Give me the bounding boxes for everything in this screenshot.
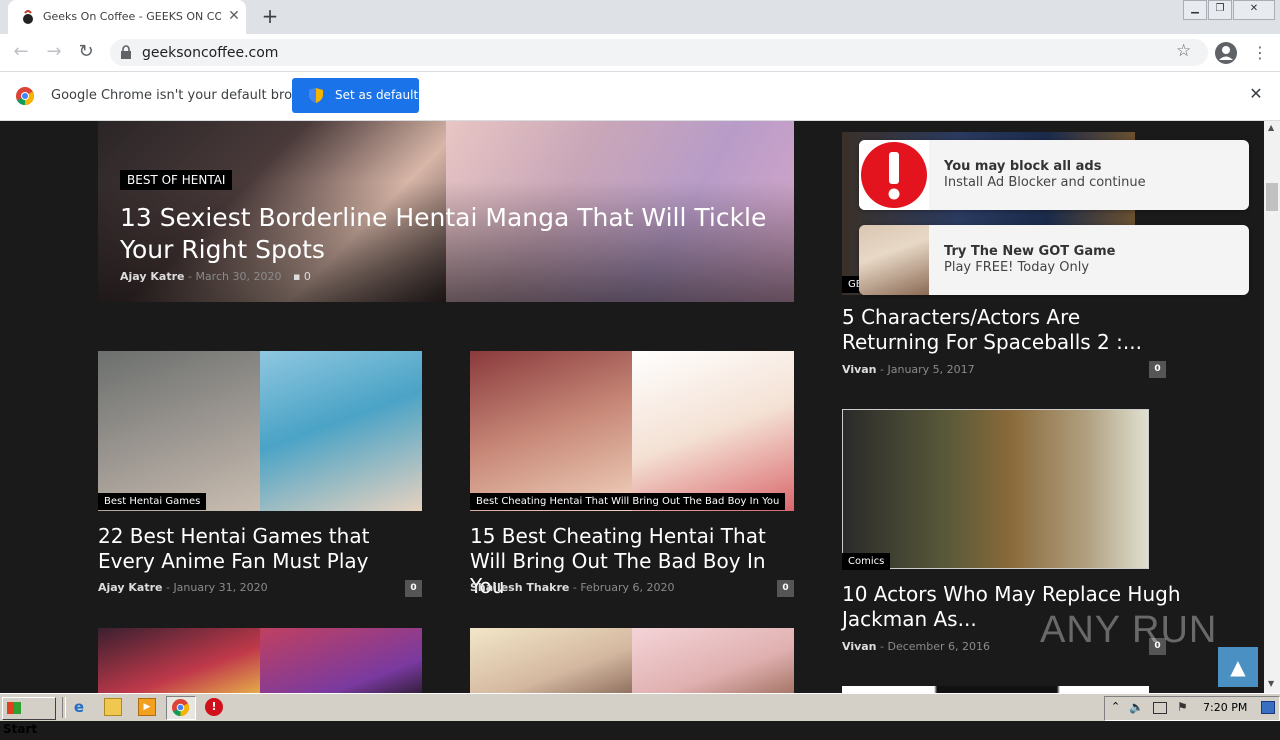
article-1-title[interactable]: 22 Best Hentai Games that Every Anime Fa… <box>98 524 428 574</box>
page-scrollbar[interactable]: ▲ ▼ <box>1264 121 1280 693</box>
game-thumbnail <box>859 225 929 295</box>
ad-notification-game[interactable]: Try The New GOT Game Play FREE! Today On… <box>859 225 1249 295</box>
tab-strip: Geeks On Coffee - GEEKS ON COFFEE ✕ + ▁ … <box>0 0 1280 34</box>
set-as-default-button[interactable]: Set as default <box>292 78 419 113</box>
taskbar-clock[interactable]: 7:20 PM <box>1203 701 1247 714</box>
start-label: Start <box>3 722 38 736</box>
site-favicon-icon <box>23 10 33 24</box>
featured-title[interactable]: 13 Sexiest Borderline Hentai Manga That … <box>120 202 790 266</box>
lock-icon <box>121 45 131 59</box>
article-3-image-right[interactable] <box>260 628 422 693</box>
infobar-close-icon[interactable]: ✕ <box>1246 84 1266 104</box>
volume-icon[interactable]: 🔈 <box>1129 700 1144 714</box>
bookmark-star-icon[interactable]: ☆ <box>1176 41 1191 61</box>
article-2-date: February 6, 2020 <box>580 581 675 594</box>
article-1-image-right[interactable] <box>260 351 422 511</box>
article-2-comment-count[interactable]: 0 <box>777 580 794 597</box>
featured-meta: Ajay Katre - March 30, 2020 ▪ 0 <box>120 270 311 283</box>
action-center-flag-icon[interactable]: ⚑ <box>1177 700 1188 714</box>
tab-close-icon[interactable]: ✕ <box>226 6 242 26</box>
article-1-date: January 31, 2020 <box>173 581 268 594</box>
scroll-down-arrow-icon[interactable]: ▼ <box>1268 679 1274 688</box>
notification-2-text: Play FREE! Today Only <box>944 260 1090 275</box>
sidebar-2-date: December 6, 2016 <box>887 640 991 653</box>
comment-icon: ▪ <box>292 270 301 283</box>
article-4-image-left[interactable] <box>470 628 632 693</box>
article-1-meta: Ajay Katre - January 31, 2020 <box>98 581 268 594</box>
set-as-default-label: Set as default <box>335 88 419 102</box>
article-1-image-left[interactable] <box>98 351 260 511</box>
minimize-button[interactable]: ▁ <box>1183 0 1207 20</box>
article-2-image-right[interactable] <box>632 351 794 511</box>
profile-avatar-icon[interactable] <box>1215 42 1237 64</box>
scroll-up-arrow-icon[interactable]: ▲ <box>1268 123 1274 132</box>
taskbar-chrome-button[interactable] <box>166 696 196 720</box>
forward-arrow-icon[interactable]: → <box>42 41 66 65</box>
windows-logo-icon <box>7 702 21 714</box>
show-desktop-icon[interactable] <box>1261 701 1275 714</box>
article-3-image-left[interactable] <box>98 628 260 693</box>
infobar-message: Google Chrome isn't your default browser <box>51 88 323 103</box>
featured-category[interactable]: BEST OF HENTAI <box>120 170 233 190</box>
media-player-icon[interactable]: ▶ <box>138 698 156 716</box>
window-close-button[interactable]: ✕ <box>1233 0 1275 20</box>
featured-date: March 30, 2020 <box>195 270 282 283</box>
article-2-category[interactable]: Best Cheating Hentai That Will Bring Out… <box>470 493 786 510</box>
sidebar-1-author[interactable]: Vivan <box>842 363 877 376</box>
article-2-image-left[interactable] <box>470 351 632 511</box>
sidebar-1-comment-count[interactable]: 0 <box>1149 361 1166 378</box>
sidebar-2-image[interactable] <box>842 409 1149 569</box>
default-browser-infobar: Google Chrome isn't your default browser… <box>0 72 1280 121</box>
folder-icon[interactable] <box>104 698 122 716</box>
sidebar-3-image[interactable] <box>842 686 1149 693</box>
sidebar-2-meta: Vivan - December 6, 2016 <box>842 640 991 653</box>
warning-icon <box>861 142 927 208</box>
browser-toolbar: ← → ↻ geeksoncoffee.com ☆ ⋮ <box>0 34 1280 72</box>
network-icon[interactable] <box>1153 702 1167 714</box>
reload-icon[interactable]: ↻ <box>74 41 98 65</box>
web-page: BEST OF HENTAI 13 Sexiest Borderline Hen… <box>0 121 1264 693</box>
article-2-meta: Shailesh Thakre - February 6, 2020 <box>470 581 675 594</box>
notification-1-text: Install Ad Blocker and continue <box>944 175 1146 190</box>
chrome-icon <box>172 699 189 716</box>
sidebar-2-author[interactable]: Vivan <box>842 640 877 653</box>
tray-expand-icon[interactable]: ⌃ <box>1111 700 1120 713</box>
start-button[interactable]: Start <box>2 697 56 736</box>
restore-button[interactable]: ❐ <box>1208 0 1232 20</box>
chrome-menu-icon[interactable]: ⋮ <box>1252 41 1268 65</box>
shield-icon <box>309 88 323 103</box>
article-1-category[interactable]: Best Hentai Games <box>98 493 207 510</box>
url-text: geeksoncoffee.com <box>142 45 279 61</box>
featured-author[interactable]: Ajay Katre <box>120 270 184 283</box>
featured-comment-count[interactable]: 0 <box>304 270 311 283</box>
sidebar-1-date: January 5, 2017 <box>887 363 975 376</box>
sidebar-1-meta: Vivan - January 5, 2017 <box>842 363 975 376</box>
notification-1-title: You may block all ads <box>944 159 1102 174</box>
article-4-image-right[interactable] <box>632 628 794 693</box>
anyrun-watermark: ANY RUN <box>1040 609 1218 651</box>
back-to-top-button[interactable]: ▲ <box>1218 647 1258 687</box>
address-bar[interactable]: geeksoncoffee.com ☆ <box>110 39 1208 66</box>
browser-tab[interactable]: Geeks On Coffee - GEEKS ON COFFEE ✕ <box>8 0 246 34</box>
internet-explorer-icon[interactable]: e <box>70 698 88 716</box>
article-1-author[interactable]: Ajay Katre <box>98 581 162 594</box>
ad-notification-adblock[interactable]: You may block all ads Install Ad Blocker… <box>859 140 1249 210</box>
new-tab-button[interactable]: + <box>258 4 282 28</box>
sidebar-1-title[interactable]: 5 Characters/Actors Are Returning For Sp… <box>842 305 1172 355</box>
antivirus-alert-icon[interactable]: ! <box>205 698 223 716</box>
notification-2-title: Try The New GOT Game <box>944 244 1116 259</box>
sidebar-2-category[interactable]: Comics <box>842 553 891 570</box>
article-1-comment-count[interactable]: 0 <box>405 580 422 597</box>
chrome-logo-icon <box>16 87 34 105</box>
scrollbar-thumb[interactable] <box>1266 183 1278 211</box>
article-2-author[interactable]: Shailesh Thakre <box>470 581 569 594</box>
tab-title: Geeks On Coffee - GEEKS ON COFFEE <box>43 10 221 23</box>
windows-taskbar: Start e ▶ ! ⌃ 🔈 ⚑ 7:20 PM <box>0 693 1280 736</box>
system-tray: ⌃ 🔈 ⚑ 7:20 PM <box>1104 696 1280 721</box>
back-arrow-icon[interactable]: ← <box>9 41 33 65</box>
